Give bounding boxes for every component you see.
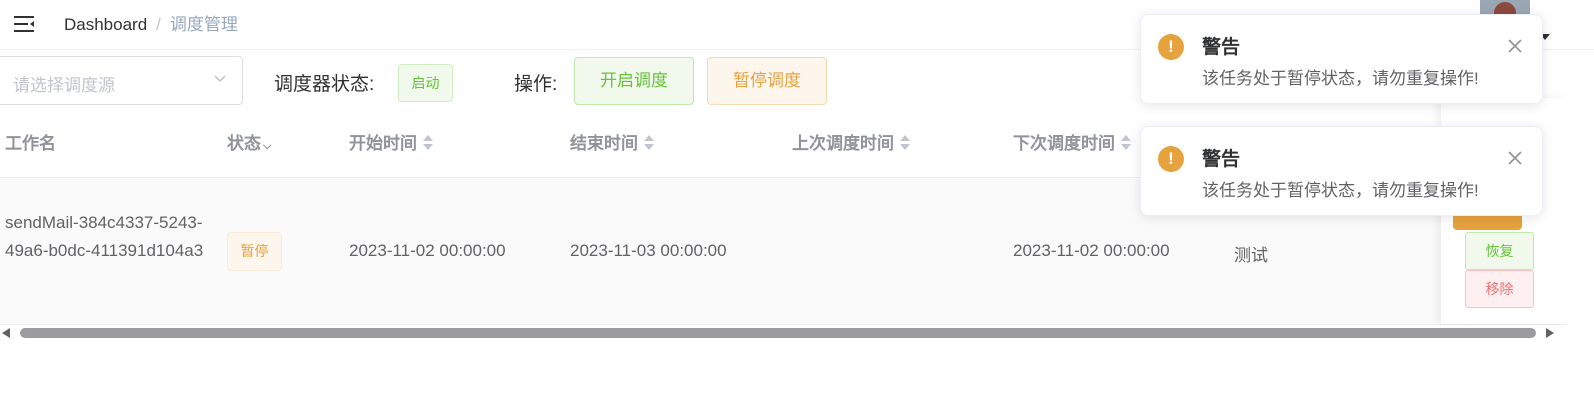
close-icon[interactable] bbox=[1507, 150, 1523, 166]
cell-end-time: 2023-11-03 00:00:00 bbox=[570, 241, 727, 260]
column-header-status[interactable]: 状态 ⌵ bbox=[227, 129, 271, 154]
scheduler-status-tag: 启动 bbox=[398, 64, 453, 102]
column-header-label: 结束时间 bbox=[570, 134, 638, 153]
source-select[interactable]: 请选择调度源 bbox=[0, 56, 243, 105]
close-icon[interactable] bbox=[1507, 38, 1523, 54]
breadcrumb-separator: / bbox=[156, 15, 161, 34]
notification-title: 警告 bbox=[1202, 37, 1241, 58]
breadcrumb: Dashboard / 调度管理 bbox=[64, 14, 238, 36]
cell-start-time: 2023-11-02 00:00:00 bbox=[349, 241, 506, 260]
warning-notification: ! 警告 该任务处于暂停状态，请勿重复操作! bbox=[1140, 14, 1543, 104]
status-badge: 暂停 bbox=[227, 232, 282, 271]
cell-next-schedule-time: 2023-11-02 00:00:00 bbox=[1013, 241, 1170, 260]
column-header-end-time[interactable]: 结束时间 bbox=[570, 129, 654, 154]
notification-title: 警告 bbox=[1202, 149, 1241, 170]
notification-message: 该任务处于暂停状态，请勿重复操作! bbox=[1202, 181, 1479, 200]
filter-chevron-icon[interactable]: ⌵ bbox=[263, 140, 271, 152]
warning-notification: ! 警告 该任务处于暂停状态，请勿重复操作! bbox=[1140, 126, 1543, 216]
breadcrumb-home-link[interactable]: Dashboard bbox=[64, 15, 147, 34]
column-header-label: 开始时间 bbox=[349, 134, 417, 153]
remove-button[interactable]: 移除 bbox=[1465, 270, 1534, 308]
column-header-start-time[interactable]: 开始时间 bbox=[349, 129, 433, 154]
toolbar: 请选择调度源 调度器状态: 启动 操作: 开启调度 暂停调度 bbox=[0, 56, 900, 106]
sort-icon[interactable] bbox=[423, 134, 433, 151]
resume-button[interactable]: 恢复 bbox=[1465, 232, 1534, 270]
scheduler-status-label: 调度器状态: bbox=[274, 74, 375, 95]
warning-icon: ! bbox=[1158, 146, 1184, 172]
column-header-label: 工作名 bbox=[5, 134, 56, 153]
sort-icon[interactable] bbox=[900, 134, 910, 151]
column-header-label: 上次调度时间 bbox=[792, 134, 894, 153]
sort-icon[interactable] bbox=[644, 134, 654, 151]
start-schedule-button[interactable]: 开启调度 bbox=[574, 57, 694, 105]
hamburger-menu-icon[interactable] bbox=[14, 14, 36, 34]
pause-schedule-button[interactable]: 暂停调度 bbox=[707, 57, 827, 105]
notification-message: 该任务处于暂停状态，请勿重复操作! bbox=[1202, 69, 1479, 88]
warning-icon: ! bbox=[1158, 34, 1184, 60]
column-header-job-name: 工作名 bbox=[5, 129, 56, 154]
cell-job-name: sendMail-384c4337-5243-49a6-b0dc-411391d… bbox=[5, 213, 204, 260]
column-header-next-schedule[interactable]: 下次调度时间 bbox=[1013, 129, 1131, 154]
cell-remark: 测试 bbox=[1234, 246, 1268, 265]
sort-icon[interactable] bbox=[1121, 134, 1131, 151]
scroll-left-arrow-icon[interactable] bbox=[2, 328, 10, 338]
operations-label: 操作: bbox=[514, 74, 558, 95]
source-select-placeholder: 请选择调度源 bbox=[13, 76, 115, 95]
column-header-label: 状态 bbox=[227, 134, 261, 153]
column-header-label: 下次调度时间 bbox=[1013, 134, 1115, 153]
column-header-last-schedule[interactable]: 上次调度时间 bbox=[792, 129, 910, 154]
breadcrumb-current: 调度管理 bbox=[169, 15, 238, 34]
horizontal-scrollbar[interactable] bbox=[0, 325, 1560, 341]
scroll-right-arrow-icon[interactable] bbox=[1546, 328, 1554, 338]
scrollbar-thumb[interactable] bbox=[20, 328, 1536, 338]
chevron-down-icon bbox=[214, 75, 226, 83]
